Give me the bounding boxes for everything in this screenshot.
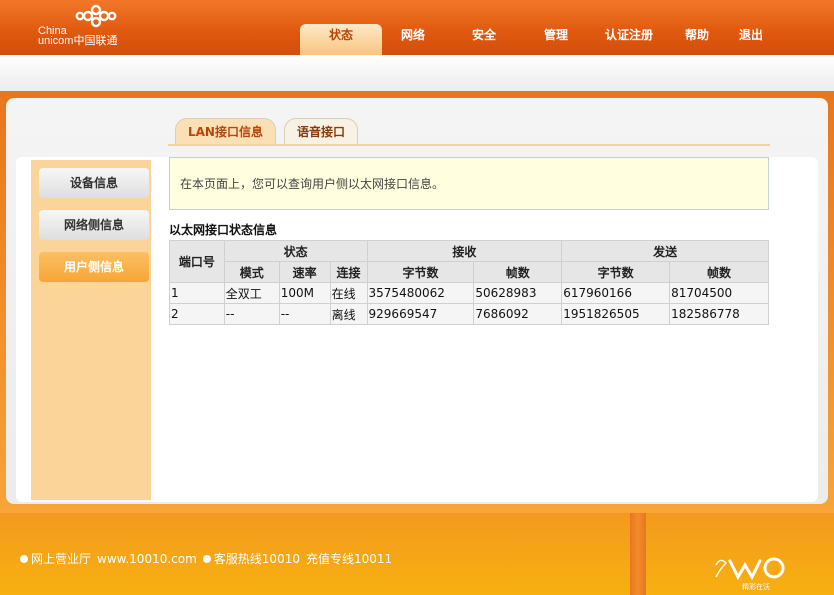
nav-help[interactable]: 帮助 [670, 24, 724, 55]
section-title: 以太网接口状态信息 [169, 223, 278, 237]
footer-recharge-line: 充值专线10011 [305, 552, 393, 566]
footer-link-website[interactable]: www.10010.com [97, 552, 197, 566]
footer: 网上营业厅 www.10010.com 客服热线10010 充值专线10011 … [0, 513, 834, 595]
sidebar-item-network-side-info[interactable]: 网络侧信息 [39, 210, 149, 240]
content-area [169, 325, 769, 495]
cell-tx-frames: 182586778 [669, 303, 769, 325]
col-group-send: 发送 [561, 240, 769, 262]
footer-links: 网上营业厅 www.10010.com 客服热线10010 充值专线10011 [20, 550, 398, 567]
table-header-row: 端口号 状态 接收 发送 [169, 240, 769, 283]
sidebar: 设备信息 网络侧信息 用户侧信息 [31, 160, 151, 500]
cell-link: 离线 [329, 303, 368, 325]
col-tx-bytes: 字节数 [561, 261, 671, 283]
nav-logout[interactable]: 退出 [724, 24, 778, 55]
col-link: 连接 [329, 261, 368, 283]
tab-voice-interface[interactable]: 语音接口 [283, 118, 358, 145]
tab-lan-info[interactable]: LAN接口信息 [175, 118, 276, 145]
col-group-receive: 接收 [366, 240, 563, 262]
nav-status[interactable]: 状态 [300, 24, 382, 55]
cell-port: 2 [169, 303, 225, 325]
sub-tabs: LAN接口信息 语音接口 [175, 118, 366, 145]
cell-tx-frames: 81704500 [669, 282, 769, 304]
wo-brand-logo: 精彩在沃 [715, 557, 785, 591]
col-port: 端口号 [169, 240, 225, 283]
cell-tx-bytes: 617960166 [561, 282, 671, 304]
ethernet-status-table: 端口号 状态 接收 发送 模式 速率 连接 字节数 帧数 字节数 帧数 1 全双… [169, 240, 769, 325]
cell-rate: 100M [278, 282, 331, 304]
cell-rx-bytes: 929669547 [366, 303, 475, 325]
sidebar-item-device-info[interactable]: 设备信息 [39, 168, 149, 198]
footer-hotline: 客服热线10010 [213, 552, 300, 566]
tab-underline [168, 144, 770, 146]
main-nav: 状态 网络 安全 管理 认证注册 帮助 退出 [300, 24, 778, 55]
cell-rate: -- [278, 303, 331, 325]
wo-slogan: 精彩在沃 [742, 582, 770, 591]
cell-mode: -- [223, 303, 280, 325]
nav-network[interactable]: 网络 [382, 24, 444, 55]
header-strip [0, 55, 834, 91]
col-rx-bytes: 字节数 [366, 261, 475, 283]
bullet-icon [202, 554, 211, 563]
col-mode: 模式 [223, 261, 280, 283]
bullet-icon [20, 554, 28, 563]
cell-rx-frames: 50628983 [473, 282, 563, 304]
table-row: 1 全双工 100M 在线 3575480062 50628983 617960… [169, 282, 769, 304]
logo-text: China unicom中国联通 [38, 26, 118, 47]
nav-auth-register[interactable]: 认证注册 [588, 24, 670, 55]
cell-tx-bytes: 1951826505 [561, 303, 671, 325]
footer-link-online-hall[interactable]: 网上营业厅 [31, 550, 91, 567]
cell-port: 1 [169, 282, 225, 304]
china-unicom-logo: China unicom中国联通 [38, 4, 128, 50]
logo-line2: unicom中国联通 [38, 35, 118, 47]
nav-security[interactable]: 安全 [444, 24, 524, 55]
info-notice: 在本页面上，您可以查询用户侧以太网接口信息。 [169, 157, 769, 210]
col-rx-frames: 帧数 [473, 261, 563, 283]
cell-rx-bytes: 3575480062 [366, 282, 475, 304]
col-tx-frames: 帧数 [669, 261, 769, 283]
col-rate: 速率 [278, 261, 331, 283]
table-row: 2 -- -- 离线 929669547 7686092 1951826505 … [169, 303, 769, 325]
sidebar-item-user-side-info[interactable]: 用户侧信息 [39, 252, 149, 282]
cell-link: 在线 [329, 282, 368, 304]
nav-management[interactable]: 管理 [524, 24, 588, 55]
top-header: China unicom中国联通 状态 网络 安全 管理 认证注册 帮助 退出 [0, 0, 834, 55]
table-subheader-row: 模式 速率 连接 字节数 帧数 字节数 帧数 [170, 261, 769, 283]
cell-mode: 全双工 [223, 282, 280, 304]
footer-accent-bar [630, 513, 646, 595]
col-group-status: 状态 [223, 240, 368, 262]
cell-rx-frames: 7686092 [473, 303, 563, 325]
